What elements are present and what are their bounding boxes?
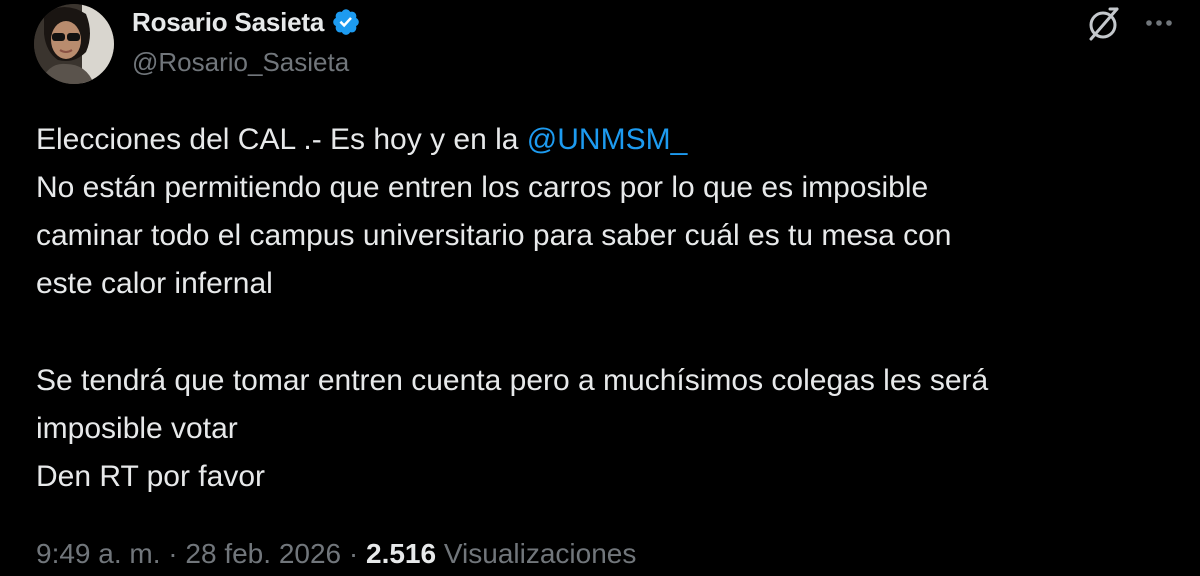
tweet-time[interactable]: 9:49 a. m. (36, 538, 161, 569)
tweet-text: Elecciones del CAL .- Es hoy y en la @UN… (36, 116, 1176, 501)
avatar[interactable] (34, 4, 114, 84)
tweet-meta: 9:49 a. m. · 28 feb. 2026 · 2.516 Visual… (36, 532, 636, 576)
meta-separator: · (341, 538, 366, 569)
more-options-icon[interactable] (1140, 4, 1178, 42)
tweet-line: Den RT por favor (36, 460, 265, 493)
tweet-card: Rosario Sasieta @Rosario_Sasieta Eleccio… (0, 0, 1200, 569)
tweet-line: imposible votar (36, 412, 238, 445)
views-count[interactable]: 2.516 (366, 538, 436, 569)
tweet-line: este calor infernal (36, 267, 273, 300)
tweet-line: Se tendrá que tomar entren cuenta pero a… (36, 364, 989, 397)
mention-link[interactable]: @UNMSM_ (527, 123, 687, 156)
author-block: Rosario Sasieta @Rosario_Sasieta (132, 4, 361, 78)
tweet-line: Elecciones del CAL .- Es hoy y en la @UN… (36, 116, 1176, 164)
grok-icon[interactable] (1084, 4, 1122, 42)
tweet-line: caminar todo el campus universitario par… (36, 219, 952, 252)
views-label: Visualizaciones (443, 538, 637, 569)
tweet-line: No están permitiendo que entren los carr… (36, 171, 929, 204)
verified-badge-icon[interactable] (331, 7, 361, 37)
paragraph-break (36, 308, 1176, 357)
avatar-image (34, 4, 114, 84)
tweet-line-text: Elecciones del CAL .- Es hoy y en la (36, 123, 527, 156)
user-handle[interactable]: @Rosario_Sasieta (132, 47, 361, 78)
display-name-row: Rosario Sasieta (132, 4, 361, 40)
display-name[interactable]: Rosario Sasieta (132, 7, 324, 38)
meta-separator: · (160, 538, 186, 569)
tweet-date[interactable]: 28 feb. 2026 (185, 538, 341, 569)
